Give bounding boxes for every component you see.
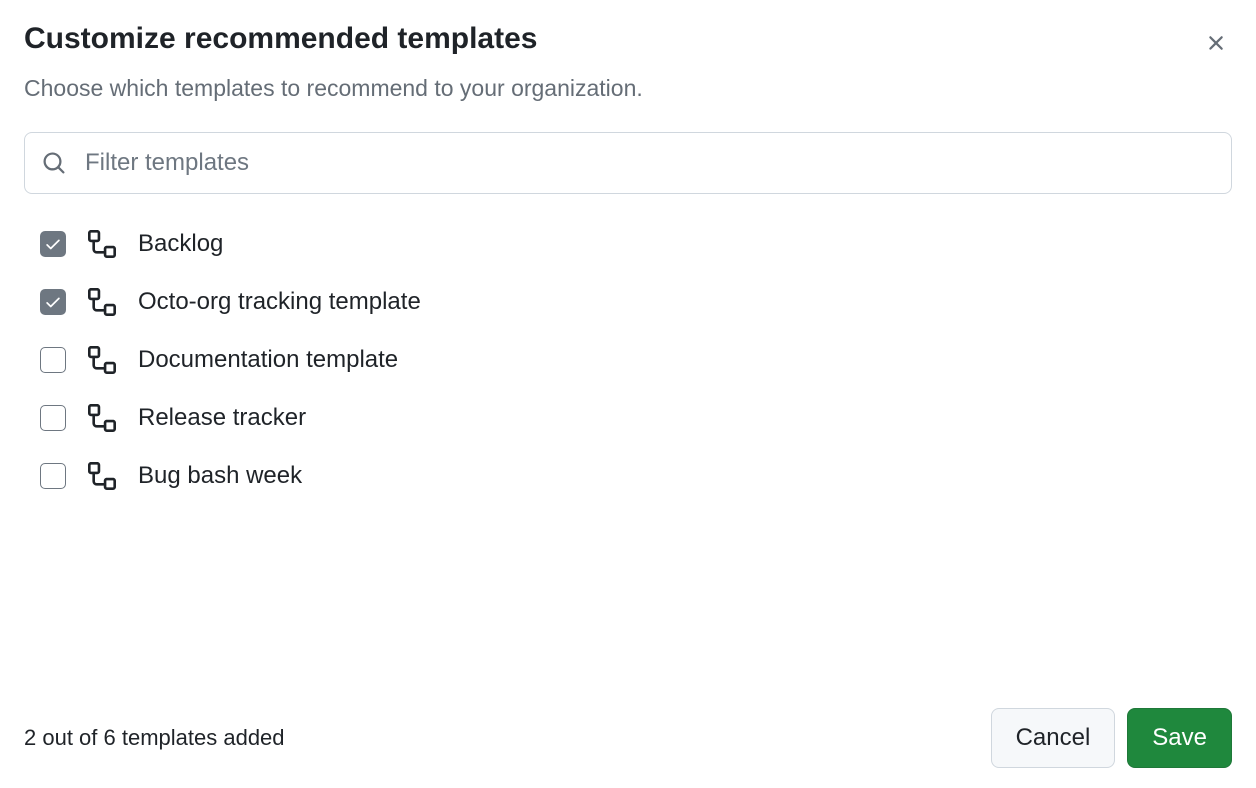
template-label: Release tracker <box>138 404 306 432</box>
dialog-header: Customize recommended templates Choose w… <box>24 20 1232 104</box>
search-container <box>24 132 1232 194</box>
template-item-release-tracker: Release tracker <box>40 404 1232 432</box>
project-template-icon <box>88 288 116 316</box>
close-button[interactable] <box>1200 28 1232 60</box>
template-list: Backlog Octo-org tracking template Docum… <box>24 230 1232 490</box>
dialog-title: Customize recommended templates <box>24 20 1232 58</box>
template-item-tracking: Octo-org tracking template <box>40 288 1232 316</box>
checkbox-tracking[interactable] <box>40 289 66 315</box>
template-label: Bug bash week <box>138 462 302 490</box>
status-text: 2 out of 6 templates added <box>24 725 285 751</box>
project-template-icon <box>88 230 116 258</box>
save-button[interactable]: Save <box>1127 708 1232 768</box>
checkbox-bug-bash[interactable] <box>40 463 66 489</box>
dialog-subtitle: Choose which templates to recommend to y… <box>24 72 1232 104</box>
project-template-icon <box>88 462 116 490</box>
template-item-bug-bash: Bug bash week <box>40 462 1232 490</box>
checkbox-release-tracker[interactable] <box>40 405 66 431</box>
template-item-documentation: Documentation template <box>40 346 1232 374</box>
checkbox-backlog[interactable] <box>40 231 66 257</box>
checkbox-documentation[interactable] <box>40 347 66 373</box>
filter-templates-input[interactable] <box>24 132 1232 194</box>
template-item-backlog: Backlog <box>40 230 1232 258</box>
dialog-footer: 2 out of 6 templates added Cancel Save <box>24 688 1232 768</box>
project-template-icon <box>88 346 116 374</box>
customize-templates-dialog: Customize recommended templates Choose w… <box>0 0 1256 788</box>
close-icon <box>1204 31 1228 58</box>
footer-buttons: Cancel Save <box>991 708 1232 768</box>
template-label: Backlog <box>138 230 223 258</box>
cancel-button[interactable]: Cancel <box>991 708 1116 768</box>
template-label: Octo-org tracking template <box>138 288 421 316</box>
project-template-icon <box>88 404 116 432</box>
template-label: Documentation template <box>138 346 398 374</box>
